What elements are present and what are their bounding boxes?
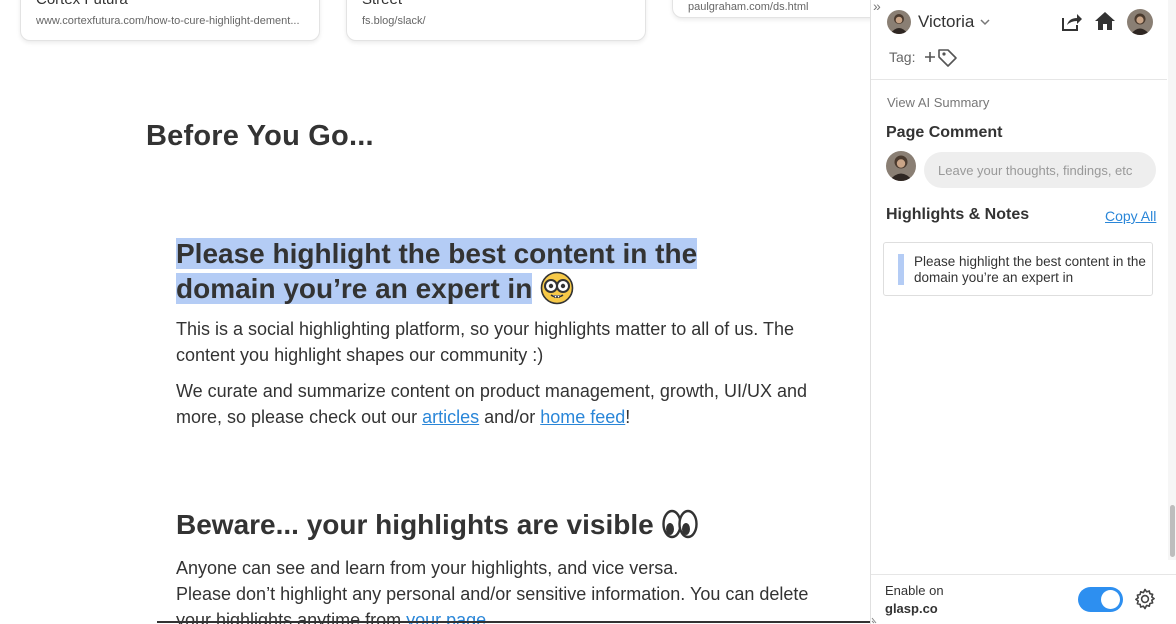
highlight-text: Please highlight the best content in the…	[914, 254, 1146, 285]
enable-label: Enable on	[885, 583, 944, 598]
comment-input[interactable]	[924, 152, 1156, 188]
divider	[157, 621, 870, 623]
collapse-sidebar-icon[interactable]: »	[873, 0, 881, 14]
gear-icon[interactable]	[1133, 587, 1157, 611]
section-heading: Beware... your highlights are visible	[176, 508, 698, 541]
sidebar-footer: Enable on glasp.co	[871, 574, 1176, 624]
divider	[871, 79, 1167, 80]
page-comment-title: Page Comment	[886, 124, 1003, 141]
highlights-notes-title: Highlights & Notes	[886, 206, 1030, 223]
related-card[interactable]: Cortex Futura www.cortexfutura.com/how-t…	[20, 0, 320, 41]
tag-label: Tag:	[889, 49, 916, 65]
user-name[interactable]: Victoria	[918, 12, 974, 32]
scrollbar[interactable]	[1168, 0, 1176, 560]
avatar[interactable]	[887, 10, 911, 34]
related-card[interactable]: paulgraham.com/ds.html	[672, 0, 870, 18]
glasp-sidebar: » Victoria Tag: View AI Summary Page Com…	[870, 0, 1176, 624]
resize-grip-icon[interactable]	[871, 612, 881, 624]
articles-link[interactable]: articles	[422, 407, 479, 427]
curate-paragraph: We curate and summarize content on produ…	[176, 378, 826, 430]
enable-domain: glasp.co	[885, 601, 938, 616]
related-card[interactable]: Street fs.blog/slack/	[346, 0, 646, 41]
highlight-color-bar	[898, 254, 904, 285]
chevron-down-icon[interactable]	[979, 16, 991, 28]
card-url: fs.blog/slack/	[362, 15, 426, 27]
section-heading: Before You Go...	[146, 120, 374, 152]
enable-toggle[interactable]	[1078, 587, 1123, 612]
toggle-knob	[1101, 590, 1120, 609]
avatar	[886, 151, 916, 181]
copy-all-link[interactable]: Copy All	[1105, 208, 1156, 224]
home-feed-link[interactable]: home feed	[540, 407, 625, 427]
para-text: and/or	[479, 407, 541, 427]
nerd-face-icon	[541, 271, 574, 305]
highlight-line-1: Please highlight the best content in the	[176, 238, 698, 269]
highlighted-heading[interactable]: Please highlight the best content in the…	[176, 236, 816, 306]
highlight-line-2: domain you’re an expert in	[176, 273, 533, 304]
share-icon[interactable]	[1059, 10, 1083, 34]
beware-heading-text: Beware... your highlights are visible	[176, 509, 654, 540]
scrollbar-thumb[interactable]	[1170, 505, 1175, 557]
card-title: Cortex Futura	[36, 0, 128, 8]
card-url: paulgraham.com/ds.html	[688, 1, 809, 13]
para-line: Anyone can see and learn from your highl…	[176, 558, 679, 578]
main-page: Cortex Futura www.cortexfutura.com/how-t…	[0, 0, 870, 624]
intro-paragraph: This is a social highlighting platform, …	[176, 319, 794, 365]
para-line: Please don’t highlight any personal and/…	[176, 584, 809, 604]
card-title: Street	[362, 0, 402, 8]
avatar[interactable]	[1127, 9, 1153, 35]
add-tag-icon[interactable]	[923, 46, 959, 68]
view-ai-summary-link[interactable]: View AI Summary	[887, 95, 989, 110]
eyes-icon	[662, 509, 698, 539]
home-icon[interactable]	[1093, 9, 1117, 33]
card-url: www.cortexfutura.com/how-to-cure-highlig…	[36, 15, 300, 27]
para-text: !	[625, 407, 631, 427]
beware-paragraph: Anyone can see and learn from your highl…	[176, 555, 826, 624]
highlight-card[interactable]: Please highlight the best content in the…	[883, 242, 1153, 296]
